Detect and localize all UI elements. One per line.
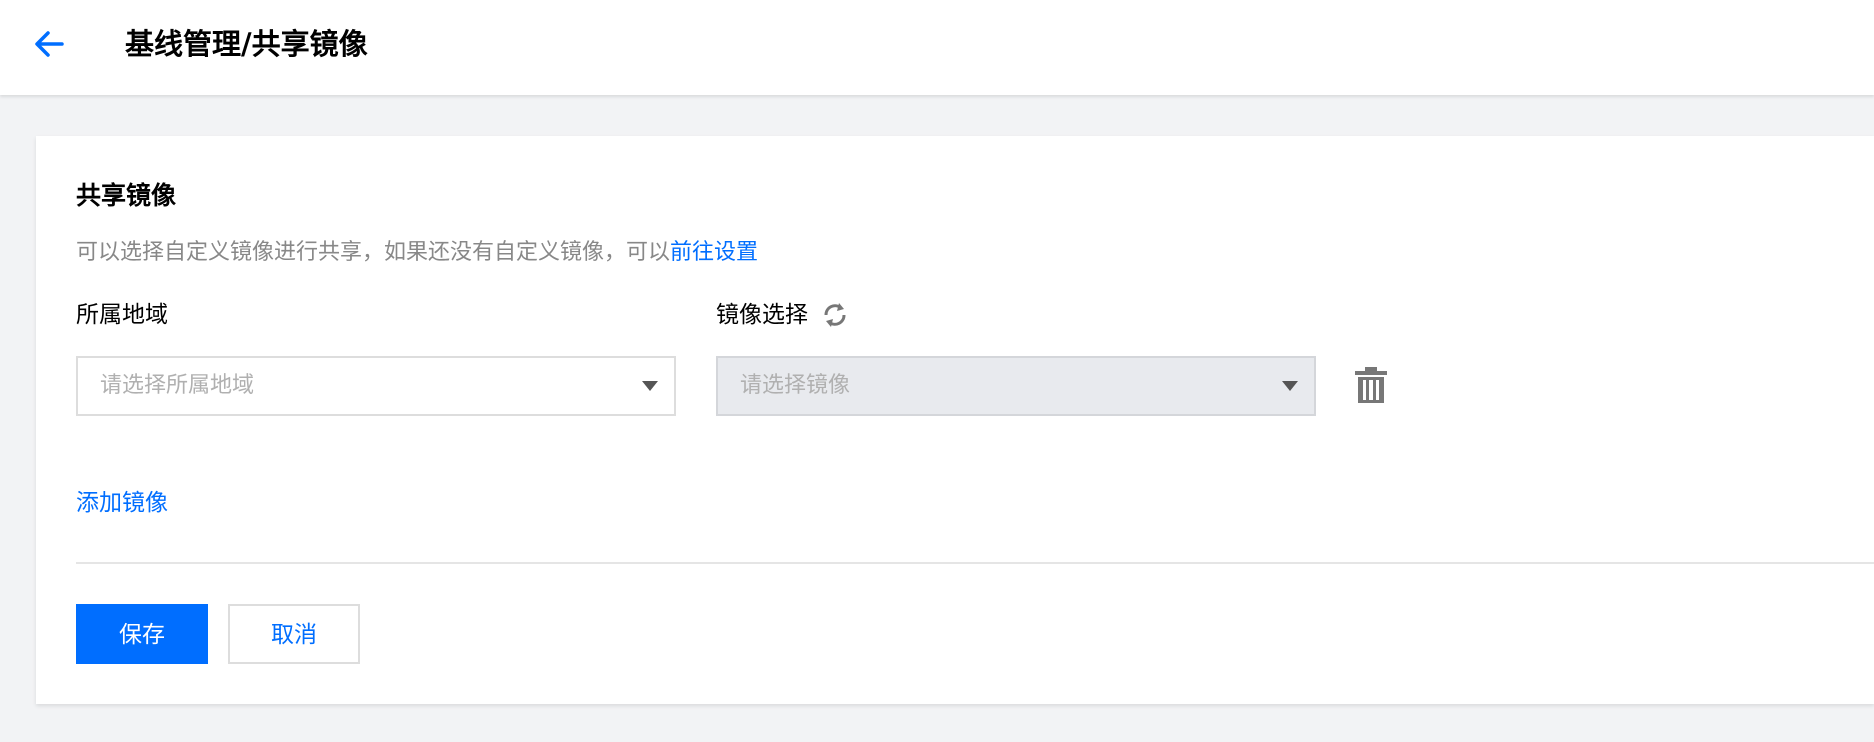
- divider: [76, 562, 1874, 564]
- image-label-group: 镜像选择: [716, 298, 850, 332]
- save-button[interactable]: 保存: [76, 604, 208, 664]
- region-select[interactable]: 请选择所属地域: [76, 356, 676, 416]
- description-text: 可以选择自定义镜像进行共享，如果还没有自定义镜像，可以: [76, 240, 671, 265]
- arrow-left-icon[interactable]: [32, 28, 68, 60]
- page-title: 基线管理/共享镜像: [125, 27, 368, 61]
- region-select-placeholder: 请选择所属地域: [100, 373, 255, 398]
- refresh-icon[interactable]: [820, 300, 850, 330]
- add-image-link[interactable]: 添加镜像: [76, 486, 168, 520]
- caret-down-icon: [642, 381, 658, 391]
- caret-down-icon: [1282, 381, 1298, 391]
- card-description: 可以选择自定义镜像进行共享，如果还没有自定义镜像，可以前往设置: [76, 236, 758, 270]
- image-label: 镜像选择: [716, 302, 808, 328]
- cancel-button[interactable]: 取消: [228, 604, 360, 664]
- go-to-settings-link[interactable]: 前往设置: [670, 240, 758, 265]
- image-select-placeholder: 请选择镜像: [740, 373, 851, 398]
- trash-icon[interactable]: [1354, 366, 1388, 404]
- card-title: 共享镜像: [76, 181, 177, 210]
- region-label: 所属地域: [76, 302, 168, 328]
- top-header: 基线管理/共享镜像: [0, 0, 1874, 95]
- share-image-card: 共享镜像 可以选择自定义镜像进行共享，如果还没有自定义镜像，可以前往设置 所属地…: [36, 136, 1874, 704]
- image-select[interactable]: 请选择镜像: [716, 356, 1316, 416]
